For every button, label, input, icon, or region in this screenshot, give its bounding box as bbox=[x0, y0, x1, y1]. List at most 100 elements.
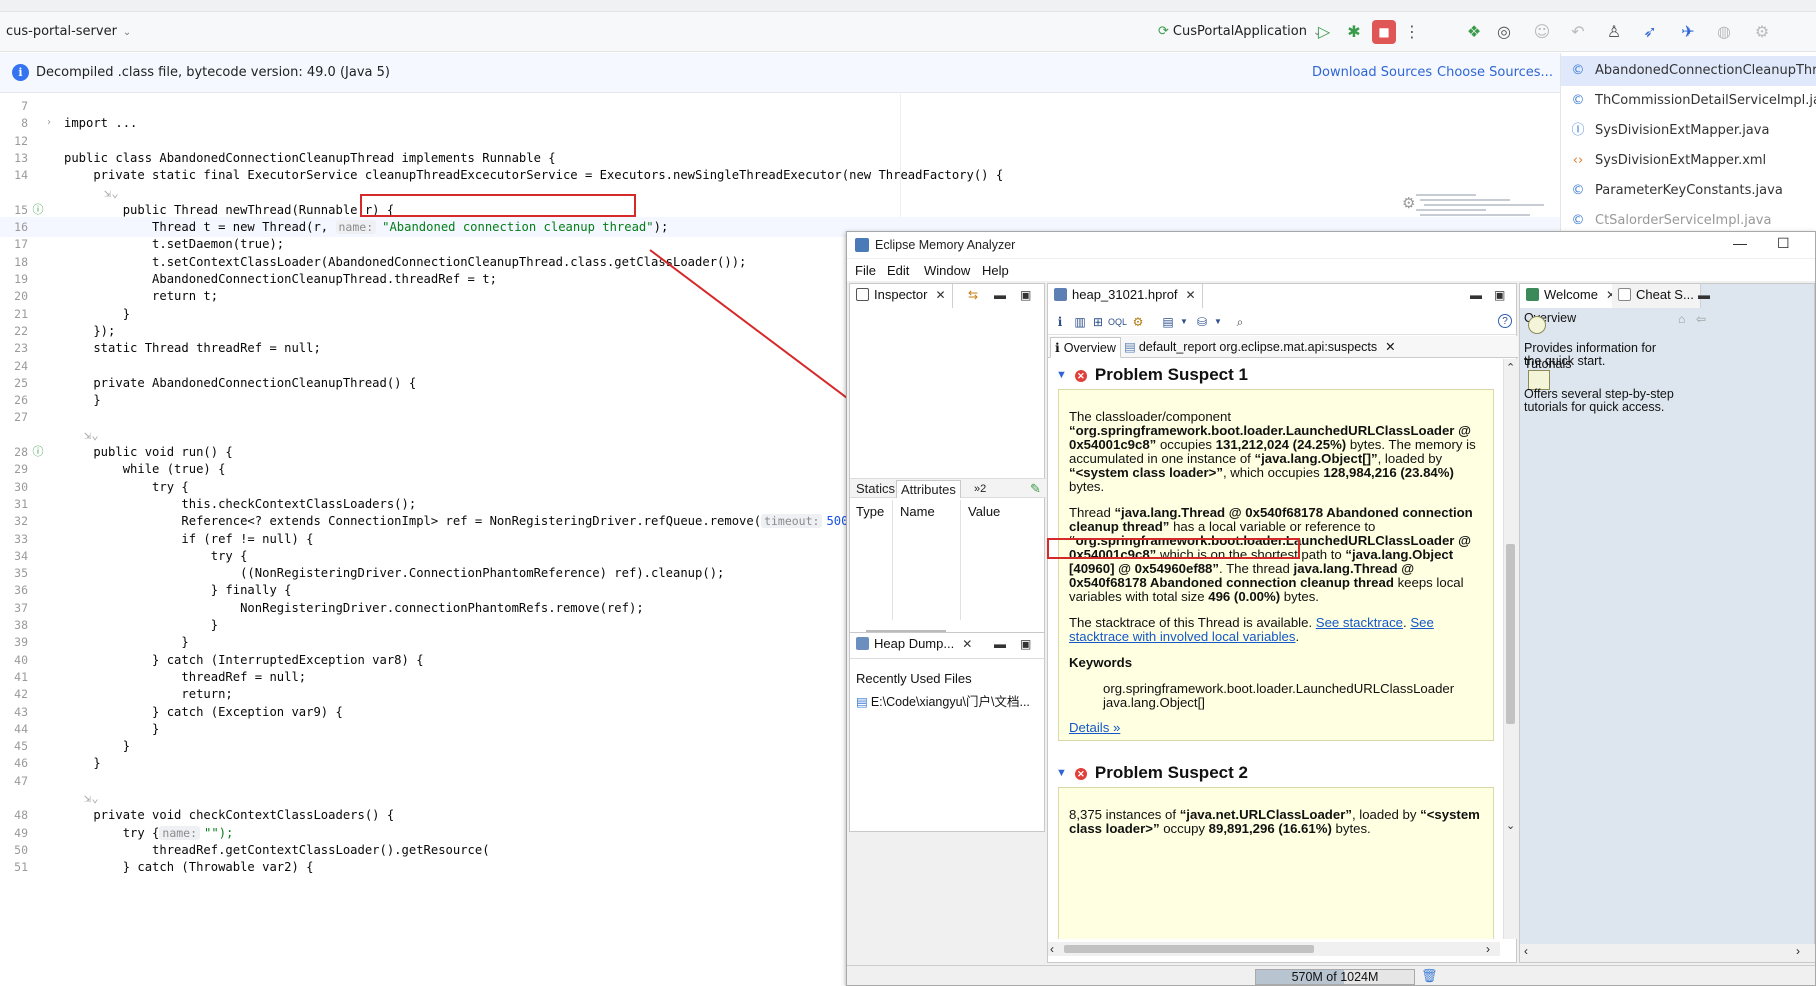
history-icon bbox=[856, 637, 869, 650]
heap-memory-indicator[interactable]: 570M of 1024M bbox=[1255, 969, 1415, 985]
lambda-fold-icon[interactable]: ⇲⌄ bbox=[84, 428, 99, 442]
tab-heap-dump-history[interactable]: Heap Dump... ✕ bbox=[850, 633, 979, 657]
close-icon[interactable]: ✕ bbox=[962, 637, 972, 651]
file-item[interactable]: © CtSalorderServiceImpl.java bbox=[1561, 206, 1816, 233]
see-stacktrace-link[interactable]: See stacktrace bbox=[1316, 615, 1403, 630]
dominator-tree-icon[interactable]: ⊞ bbox=[1090, 314, 1106, 330]
scroll-up-icon[interactable]: ⌃ bbox=[1506, 361, 1515, 374]
histogram-icon[interactable]: ▥ bbox=[1072, 314, 1088, 330]
oql-icon[interactable]: OQL bbox=[1108, 314, 1127, 330]
line-number[interactable]: 51 bbox=[0, 857, 28, 877]
tab-overview[interactable]: i Overview bbox=[1050, 337, 1121, 358]
column-value[interactable]: Value bbox=[968, 504, 1000, 519]
minimize-icon[interactable]: ▬ bbox=[1470, 288, 1482, 302]
maximize-icon[interactable]: ▣ bbox=[1020, 288, 1031, 302]
debug-icon[interactable]: ✱ bbox=[1342, 20, 1366, 44]
menu-edit[interactable]: Edit bbox=[887, 263, 909, 278]
recent-file-item[interactable]: ▤ E:\Code\xiangyu\门户\文档... bbox=[856, 691, 1030, 710]
more-tabs[interactable]: »2 bbox=[970, 480, 990, 498]
tab-welcome[interactable]: Welcome ✕ bbox=[1520, 284, 1624, 308]
settings-icon[interactable]: ⚙ bbox=[1750, 20, 1774, 44]
tab-heap-file[interactable]: heap_31021.hprof ✕ bbox=[1048, 284, 1203, 308]
file-item[interactable]: Ⓘ SysDivisionExtMapper.java bbox=[1561, 116, 1816, 146]
maximize-icon[interactable]: ▣ bbox=[1020, 637, 1031, 651]
scroll-left-icon[interactable]: ‹ bbox=[1524, 944, 1528, 958]
column-name[interactable]: Name bbox=[900, 504, 935, 519]
home-icon[interactable]: ⌂ bbox=[1678, 312, 1685, 326]
close-icon[interactable]: ✕ bbox=[935, 288, 945, 302]
project-selector[interactable]: cus-portal-server ⌄ bbox=[6, 24, 131, 39]
code-text-main: threadRef.getContextClassLoader().getRes… bbox=[64, 842, 490, 857]
close-icon[interactable]: ✕ bbox=[1186, 288, 1196, 302]
back-icon[interactable]: ⇦ bbox=[1696, 312, 1706, 326]
welcome-horizontal-scrollbar[interactable]: ‹ › bbox=[1520, 944, 1815, 962]
plane-icon[interactable]: ✈ bbox=[1676, 20, 1700, 44]
garbage-collect-icon[interactable]: 🗑 bbox=[1421, 968, 1438, 984]
details-link[interactable]: Details » bbox=[1069, 720, 1120, 735]
minimize-icon[interactable]: ▬ bbox=[1698, 288, 1710, 302]
scroll-right-icon[interactable]: › bbox=[1486, 942, 1490, 956]
download-sources-link[interactable]: Download Sources bbox=[1312, 65, 1432, 80]
maximize-icon[interactable]: ☐ bbox=[1777, 235, 1790, 252]
inspector-icon bbox=[856, 288, 869, 301]
scroll-down-icon[interactable]: ⌄ bbox=[1506, 819, 1515, 832]
suspect-2-heading[interactable]: ▼ ✕ Problem Suspect 2 bbox=[1056, 763, 1248, 783]
menu-help[interactable]: Help bbox=[982, 263, 1009, 278]
sync-icon[interactable]: ◎ bbox=[1492, 20, 1516, 44]
tab-attributes[interactable]: Attributes bbox=[896, 480, 961, 498]
suspect-1-heading[interactable]: ▼ ✕ Problem Suspect 1 bbox=[1056, 365, 1248, 385]
thread-highlight-box bbox=[1047, 538, 1300, 559]
close-icon[interactable]: ✕ bbox=[1385, 340, 1395, 354]
collapse-icon[interactable]: ▼ bbox=[1056, 767, 1067, 779]
scroll-right-icon[interactable]: › bbox=[1796, 944, 1800, 958]
dropdown-arrow-icon[interactable]: ▼ bbox=[1176, 314, 1192, 330]
minimize-icon[interactable]: ▬ bbox=[994, 637, 1006, 651]
scrollbar-thumb[interactable] bbox=[1064, 945, 1314, 953]
tab-inspector[interactable]: Inspector ✕ bbox=[850, 284, 953, 308]
scrollbar-thumb[interactable] bbox=[1506, 544, 1515, 724]
plugin-icon[interactable]: ☺ bbox=[1530, 20, 1554, 44]
tab-suspects-report[interactable]: ▤ default_report org.eclipse.mat.api:susp… bbox=[1120, 337, 1400, 358]
dropdown-arrow-icon[interactable]: ▼ bbox=[1210, 314, 1226, 330]
scroll-left-icon[interactable]: ‹ bbox=[1050, 942, 1054, 956]
undo-icon[interactable]: ↶ bbox=[1566, 20, 1590, 44]
menu-window[interactable]: Window bbox=[924, 263, 970, 278]
file-item[interactable]: © ThCommissionDetailServiceImpl.java bbox=[1561, 86, 1816, 116]
search-icon[interactable]: ⌕ bbox=[1232, 314, 1248, 330]
code-text-main: private void checkContextClassLoaders() … bbox=[64, 808, 395, 823]
column-type[interactable]: Type bbox=[856, 504, 884, 519]
file-item[interactable]: © ParameterKeyConstants.java bbox=[1561, 176, 1816, 206]
minimize-icon[interactable]: ▬ bbox=[994, 288, 1006, 302]
pin-icon[interactable]: ✎ bbox=[1026, 480, 1045, 498]
stop-icon[interactable]: ■ bbox=[1372, 20, 1396, 44]
lambda-fold-icon[interactable]: ⇲⌄ bbox=[84, 791, 99, 805]
ai-assistant-icon[interactable]: ◍ bbox=[1712, 20, 1736, 44]
more-actions-icon[interactable]: ⋮ bbox=[1400, 20, 1424, 44]
thread-overview-icon[interactable]: ⚙ bbox=[1130, 314, 1146, 330]
maximize-icon[interactable]: ▣ bbox=[1494, 288, 1505, 302]
run-icon[interactable]: ▷ bbox=[1312, 20, 1336, 44]
query-browser-icon[interactable]: ⛁ bbox=[1194, 314, 1210, 330]
code-text-main: try { bbox=[64, 825, 160, 840]
file-item[interactable]: © AbandonedConnectionCleanupThread bbox=[1561, 56, 1816, 86]
tab-statics[interactable]: Statics bbox=[852, 480, 899, 498]
deploy-icon[interactable]: ❖ bbox=[1462, 20, 1486, 44]
choose-sources-link[interactable]: Choose Sources... bbox=[1437, 65, 1553, 80]
file-item[interactable]: ‹› SysDivisionExtMapper.xml bbox=[1561, 146, 1816, 176]
rocket-icon[interactable]: ➶ bbox=[1638, 20, 1662, 44]
overview-icon[interactable] bbox=[1528, 316, 1546, 334]
account-icon[interactable]: ♙ bbox=[1602, 20, 1626, 44]
help-icon[interactable]: ? bbox=[1498, 314, 1512, 328]
code-text-main: private static final ExecutorService cle… bbox=[64, 168, 1004, 183]
tab-cheat-sheets[interactable]: Cheat S... bbox=[1612, 284, 1701, 308]
info-icon[interactable]: i bbox=[1052, 314, 1068, 330]
menu-file[interactable]: File bbox=[855, 263, 876, 278]
report-horizontal-scrollbar[interactable]: ‹ › bbox=[1048, 942, 1500, 956]
lambda-fold-icon[interactable]: ⇲⌄ bbox=[104, 186, 119, 200]
reports-icon[interactable]: ▤ bbox=[1160, 314, 1176, 330]
run-config-selector[interactable]: ⟳ CusPortalApplication ⌄ bbox=[1158, 24, 1321, 39]
report-vertical-scrollbar[interactable]: ⌃ ⌄ bbox=[1503, 359, 1517, 939]
collapse-icon[interactable]: ▼ bbox=[1056, 369, 1067, 381]
link-icon[interactable]: ⇆ bbox=[968, 288, 978, 302]
minimize-icon[interactable]: — bbox=[1733, 235, 1747, 251]
